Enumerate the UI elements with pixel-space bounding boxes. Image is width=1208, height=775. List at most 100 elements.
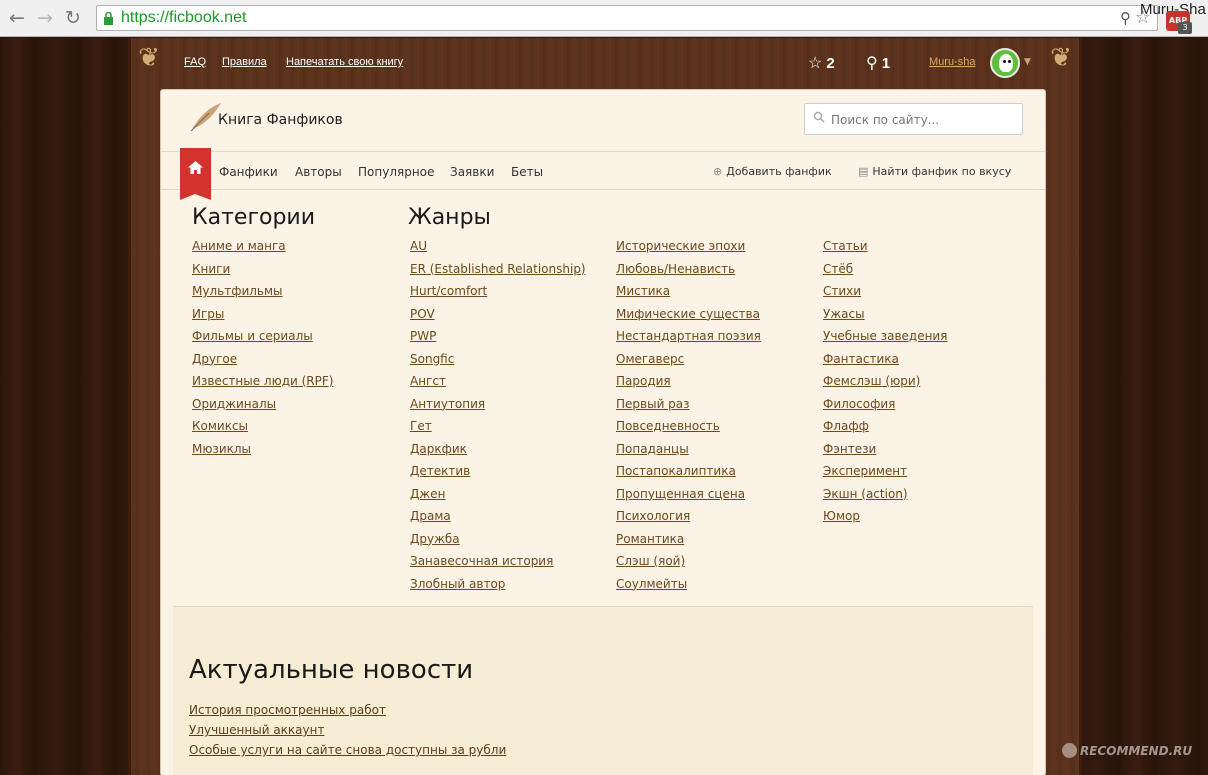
forward-icon[interactable]: → xyxy=(34,7,56,29)
news-link[interactable]: История просмотренных работ xyxy=(189,703,506,723)
genre-link[interactable]: Экшн (action) xyxy=(823,487,947,511)
ideas-counter[interactable]: ⚲ 1 xyxy=(866,53,890,73)
genre-link[interactable]: Романтика xyxy=(616,532,761,556)
genre-link[interactable]: Пародия xyxy=(616,375,761,398)
address-bar[interactable]: https://ficbook.net ⚲ ☆ xyxy=(96,5,1158,31)
print-book-link[interactable]: Напечатать свою книгу xyxy=(286,56,403,68)
category-link[interactable]: Известные люди (RPF) xyxy=(192,375,333,398)
category-link[interactable]: Мюзиклы xyxy=(192,442,333,466)
star-icon: ☆ xyxy=(808,55,823,72)
username-link[interactable]: Muru-sha xyxy=(929,56,975,68)
genre-link[interactable]: Даркфик xyxy=(410,442,586,466)
genre-link[interactable]: Учебные заведения xyxy=(823,330,947,353)
genre-link[interactable]: Эксперимент xyxy=(823,465,947,488)
genre-link[interactable]: Флафф xyxy=(823,420,947,443)
category-link[interactable]: Книги xyxy=(192,262,333,286)
genres-list-2: Исторические эпохи Любовь/Ненависть Мистик… xyxy=(616,240,761,600)
categories-title: Категории xyxy=(192,205,316,230)
nav-requests[interactable]: Заявки xyxy=(450,165,494,179)
genre-link[interactable]: Гет xyxy=(410,420,586,443)
genre-link[interactable]: Пропущенная сцена xyxy=(616,487,761,511)
add-fanfic-button[interactable]: ⊕ Добавить фанфик xyxy=(713,165,832,178)
home-icon xyxy=(188,161,203,174)
genre-link[interactable]: Стёб xyxy=(823,262,947,286)
nav-authors[interactable]: Авторы xyxy=(295,165,342,179)
main-nav: Фанфики Авторы Популярное Заявки Беты ⊕ Д… xyxy=(161,148,1045,200)
category-link[interactable]: Комиксы xyxy=(192,420,333,443)
genre-link[interactable]: Нестандартная поэзия xyxy=(616,330,761,353)
category-link[interactable]: Мультфильмы xyxy=(192,285,333,308)
genre-link[interactable]: Детектив xyxy=(410,465,586,488)
zoom-icon[interactable]: ⚲ xyxy=(1120,9,1131,27)
genres-title: Жанры xyxy=(408,205,491,230)
genre-link[interactable]: Психология xyxy=(616,510,761,533)
search-box[interactable] xyxy=(804,103,1023,135)
lock-icon xyxy=(104,11,113,25)
site-logo[interactable]: Книга Фанфиков xyxy=(218,112,343,128)
genre-link[interactable]: Мистика xyxy=(616,285,761,308)
genre-link[interactable]: ER (Established Relationship) xyxy=(410,262,586,286)
genre-link[interactable]: Омегаверс xyxy=(616,352,761,376)
genre-link[interactable]: Фемслэш (юри) xyxy=(823,375,947,398)
genre-link[interactable]: Любовь/Ненависть xyxy=(616,262,761,286)
genre-link[interactable]: Попаданцы xyxy=(616,442,761,466)
avatar-face xyxy=(999,54,1013,72)
genre-link[interactable]: Юмор xyxy=(823,510,947,533)
category-link[interactable]: Фильмы и сериалы xyxy=(192,330,333,353)
genre-link[interactable]: Стихи xyxy=(823,285,947,308)
genre-link[interactable]: Исторические эпохи xyxy=(616,240,761,263)
url-text[interactable]: https://ficbook.net xyxy=(121,9,246,27)
favorites-counter[interactable]: ☆ 2 xyxy=(808,53,835,73)
genre-link[interactable]: AU xyxy=(410,240,586,263)
genre-link[interactable]: Мифические существа xyxy=(616,307,761,331)
search-input[interactable] xyxy=(831,110,1016,129)
category-link[interactable]: Аниме и манга xyxy=(192,240,333,263)
nav-fanfics[interactable]: Фанфики xyxy=(219,165,278,179)
genre-link[interactable]: Статьи xyxy=(823,240,947,263)
category-link[interactable]: Игры xyxy=(192,307,333,331)
genre-link[interactable]: PWP xyxy=(410,330,586,353)
genre-link[interactable]: Драма xyxy=(410,510,586,533)
home-button[interactable] xyxy=(180,148,211,200)
nav-betas[interactable]: Беты xyxy=(511,165,543,179)
ideas-count: 1 xyxy=(881,55,891,72)
genre-link[interactable]: Первый раз xyxy=(616,397,761,421)
category-link[interactable]: Ориджиналы xyxy=(192,397,333,421)
genre-link[interactable]: Дружба xyxy=(410,532,586,556)
genre-link[interactable]: Слэш (яой) xyxy=(616,555,761,578)
genre-link[interactable]: Злобный автор xyxy=(410,577,586,601)
nav-popular[interactable]: Популярное xyxy=(358,165,434,179)
genre-link[interactable]: Ангст xyxy=(410,375,586,398)
news-title: Актуальные новости xyxy=(189,655,474,685)
reload-icon[interactable]: ↻ xyxy=(62,7,84,29)
categories-list: Аниме и манга Книги Мультфильмы Игры Фильмы … xyxy=(192,240,333,465)
genre-link[interactable]: Фэнтези xyxy=(823,442,947,466)
category-link[interactable]: Другое xyxy=(192,352,333,376)
genre-link[interactable]: Соулмейты xyxy=(616,577,761,601)
genre-link[interactable]: Ужасы xyxy=(823,307,947,331)
genre-link[interactable]: Философия xyxy=(823,397,947,421)
news-link[interactable]: Особые услуги на сайте снова доступны за… xyxy=(189,743,506,763)
favorites-count: 2 xyxy=(826,55,835,72)
faq-link[interactable]: FAQ xyxy=(184,56,206,68)
genre-link[interactable]: Занавесочная история xyxy=(410,555,586,578)
avatar-eye xyxy=(1003,60,1006,63)
news-section: Актуальные новости История просмотренных… xyxy=(173,606,1033,775)
document-icon: ▤ xyxy=(858,165,869,178)
genre-link[interactable]: Джен xyxy=(410,487,586,511)
genre-link[interactable]: POV xyxy=(410,307,586,331)
back-icon[interactable]: ← xyxy=(6,7,28,29)
genre-link[interactable]: Повседневность xyxy=(616,420,761,443)
genre-link[interactable]: Антиутопия xyxy=(410,397,586,421)
news-link[interactable]: Улучшенный аккаунт xyxy=(189,723,506,743)
genre-link[interactable]: Постапокалиптика xyxy=(616,465,761,488)
genres-list-3: Статьи Стёб Стихи Ужасы Учебные заведения Фан… xyxy=(823,240,947,533)
find-fanfic-button[interactable]: ▤ Найти фанфик по вкусу xyxy=(858,165,1011,178)
chevron-down-icon[interactable]: ▼ xyxy=(1024,57,1031,67)
genre-link[interactable]: Фантастика xyxy=(823,352,947,376)
rules-link[interactable]: Правила xyxy=(222,56,267,68)
find-fanfic-label: Найти фанфик по вкусу xyxy=(872,165,1012,178)
avatar[interactable] xyxy=(990,48,1020,78)
genre-link[interactable]: Songfic xyxy=(410,352,586,376)
genre-link[interactable]: Hurt/comfort xyxy=(410,285,586,308)
